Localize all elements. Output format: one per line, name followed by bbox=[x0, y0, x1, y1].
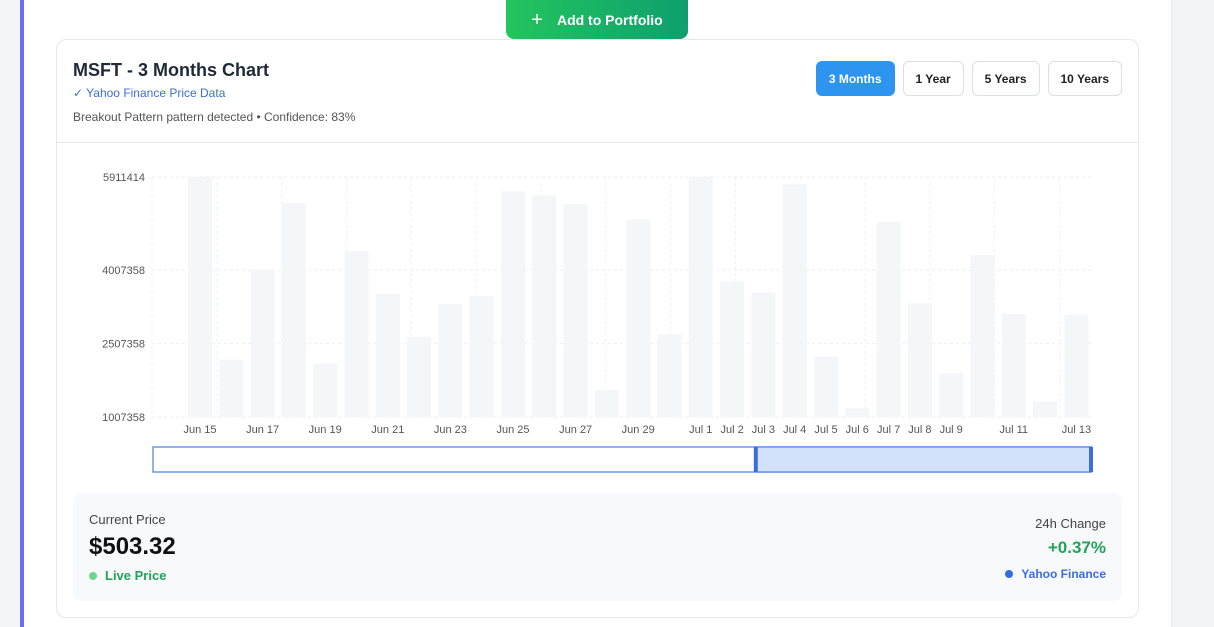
chart-bar[interactable] bbox=[814, 356, 838, 417]
x-tick-label: Jul 3 bbox=[752, 424, 775, 436]
chart-bar[interactable] bbox=[1001, 314, 1026, 417]
chart-bar[interactable] bbox=[375, 294, 400, 417]
chart-bar[interactable] bbox=[720, 281, 745, 417]
brush-selection[interactable] bbox=[755, 446, 1092, 473]
x-tick-label: Jun 21 bbox=[371, 424, 404, 436]
brush-handle-left[interactable] bbox=[753, 447, 758, 472]
chart-bar[interactable] bbox=[626, 219, 651, 417]
y-tick-label: 2507358 bbox=[102, 339, 145, 351]
x-tick-label: Jul 1 bbox=[689, 424, 712, 436]
chart-bar[interactable] bbox=[845, 408, 870, 417]
chart-bar[interactable] bbox=[219, 359, 244, 417]
x-tick-label: Jul 8 bbox=[908, 424, 931, 436]
chart-bar[interactable] bbox=[344, 250, 369, 417]
x-tick-label: Jun 15 bbox=[183, 424, 216, 436]
x-tick-label: Jul 2 bbox=[720, 424, 743, 436]
chart-bar[interactable] bbox=[782, 184, 807, 417]
chart-bar[interactable] bbox=[188, 177, 212, 417]
x-tick-label: Jun 27 bbox=[559, 424, 592, 436]
x-tick-label: Jul 13 bbox=[1062, 424, 1091, 436]
x-tick-label: Jun 19 bbox=[309, 424, 342, 436]
x-tick-label: Jun 29 bbox=[622, 424, 655, 436]
x-tick-label: Jul 11 bbox=[1000, 424, 1029, 436]
x-tick-label: Jul 7 bbox=[877, 424, 900, 436]
y-tick-label: 4007358 bbox=[102, 265, 145, 277]
chart-bar[interactable] bbox=[563, 203, 588, 417]
chart-bar[interactable] bbox=[876, 222, 901, 417]
chart-bar[interactable] bbox=[970, 254, 995, 417]
chart-bar[interactable] bbox=[751, 292, 776, 417]
brush-handle-right[interactable] bbox=[1089, 447, 1093, 472]
chart-bar[interactable] bbox=[688, 177, 713, 417]
x-tick-label: Jun 25 bbox=[496, 424, 529, 436]
live-status-dot-icon bbox=[89, 571, 97, 580]
live-price-label: Live Price bbox=[105, 568, 167, 583]
live-price-indicator: Live Price bbox=[89, 568, 166, 583]
chart-bar[interactable] bbox=[313, 363, 338, 417]
current-price-label: Current Price bbox=[89, 512, 166, 527]
x-tick-label: Jun 23 bbox=[434, 424, 467, 436]
x-tick-label: Jul 9 bbox=[940, 424, 963, 436]
volume-bar-chart: 5911414400735825073581007358 Jun 15 Jun 1… bbox=[102, 172, 1093, 473]
change-value: +0.37% bbox=[1047, 538, 1106, 557]
chart-bar[interactable] bbox=[250, 270, 275, 417]
chart-bar[interactable] bbox=[281, 203, 306, 417]
chart-bar[interactable] bbox=[1064, 314, 1089, 417]
chart-bar[interactable] bbox=[657, 334, 682, 417]
change-label: 24h Change bbox=[1035, 516, 1106, 531]
chart-bar[interactable] bbox=[1033, 401, 1058, 417]
y-tick-label: 1007358 bbox=[102, 412, 145, 424]
current-price-value: $503.32 bbox=[89, 533, 176, 560]
chart-bar[interactable] bbox=[594, 389, 619, 417]
chart-bar[interactable] bbox=[469, 295, 494, 417]
chart-bar[interactable] bbox=[532, 195, 557, 417]
chart-bars bbox=[188, 177, 1089, 417]
x-tick-label: Jul 4 bbox=[783, 424, 806, 436]
y-axis-ticks: 5911414 4007358 2507358 1007358 bbox=[102, 172, 145, 424]
chart-bar[interactable] bbox=[907, 303, 932, 417]
chart-bar[interactable] bbox=[939, 373, 964, 417]
provider-label: Yahoo Finance bbox=[1021, 567, 1106, 581]
x-tick-label: Jul 5 bbox=[814, 424, 837, 436]
provider-dot-icon bbox=[1005, 570, 1014, 578]
x-tick-label: Jul 6 bbox=[846, 424, 869, 436]
chart-bar[interactable] bbox=[407, 337, 432, 417]
x-tick-label: Jun 17 bbox=[246, 424, 279, 436]
chart-bar[interactable] bbox=[501, 191, 525, 417]
price-stats-panel: Current Price $503.32 Live Price 24h Cha… bbox=[73, 493, 1122, 601]
x-axis-ticks: Jun 15 Jun 17 Jun 19 Jun 21 Jun 23 Jun 25 Jun … bbox=[183, 424, 1091, 436]
chart-bar[interactable] bbox=[438, 303, 463, 417]
provider-indicator[interactable]: Yahoo Finance bbox=[1005, 567, 1106, 581]
y-tick-label: 5911414 bbox=[103, 172, 145, 184]
range-brush[interactable] bbox=[152, 446, 1093, 473]
